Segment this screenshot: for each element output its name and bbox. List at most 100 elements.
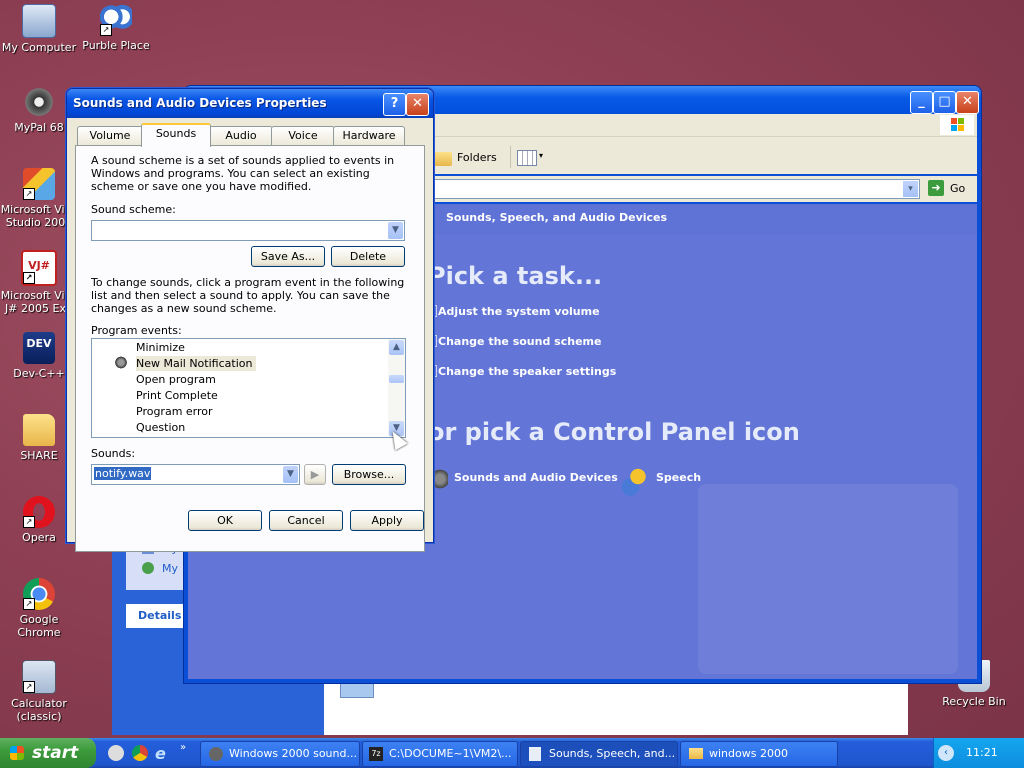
- scheme-description: A sound scheme is a set of sounds applie…: [91, 154, 395, 193]
- go-button[interactable]: Go: [950, 182, 965, 195]
- system-tray: ‹ 11:21: [933, 738, 1024, 768]
- chevron-down-icon[interactable]: ▾: [903, 181, 918, 197]
- task-link-speaker-settings[interactable]: Change the speaker settings: [438, 365, 616, 378]
- tab-audio[interactable]: Audio: [209, 126, 273, 145]
- task-link[interactable]: My: [162, 562, 178, 575]
- chevron-down-icon[interactable]: ▼: [388, 222, 403, 239]
- tab-volume[interactable]: Volume: [77, 126, 143, 145]
- chevron-right-icon[interactable]: »: [180, 742, 186, 753]
- tab-hardware[interactable]: Hardware: [333, 126, 405, 145]
- cancel-button[interactable]: Cancel: [269, 510, 343, 531]
- desktop-icon-label: Calculator (classic): [11, 697, 67, 723]
- desktop-icon-label: Purble Place: [82, 39, 150, 52]
- taskbar-item-label: Windows 2000 sound...: [229, 747, 357, 760]
- computer-icon: [22, 4, 56, 38]
- quicklaunch-icon[interactable]: [108, 745, 124, 761]
- windows-logo-icon: [10, 746, 24, 760]
- list-item[interactable]: Question: [136, 420, 185, 435]
- list-item[interactable]: Minimize: [136, 340, 185, 355]
- vj-sharp-icon: VJ# ↗: [21, 250, 57, 286]
- folder-icon: [689, 748, 703, 759]
- start-label: start: [32, 743, 79, 763]
- taskbar-item[interactable]: windows 2000: [680, 741, 838, 767]
- purble-eyes-icon: ↗: [100, 4, 132, 36]
- taskbar-item-label: Sounds, Speech, and...: [549, 747, 676, 760]
- close-button[interactable]: ✕: [956, 91, 979, 114]
- desktop-icon-purble-place[interactable]: ↗ Purble Place: [76, 4, 156, 52]
- list-item[interactable]: Open program: [136, 372, 216, 387]
- app-icon: [209, 747, 223, 761]
- minimize-button[interactable]: _: [910, 91, 933, 114]
- tab-voice[interactable]: Voice: [271, 126, 335, 145]
- apply-button[interactable]: Apply: [350, 510, 424, 531]
- desktop-icon-google-chrome[interactable]: ↗ Google Chrome: [0, 578, 79, 639]
- folder-icon: [23, 414, 55, 446]
- icon-link-speech[interactable]: Speech: [656, 471, 701, 484]
- speech-icon: [620, 466, 650, 496]
- save-as-button[interactable]: Save As...: [251, 246, 325, 267]
- start-button[interactable]: start: [0, 738, 96, 768]
- maximize-button[interactable]: □: [933, 91, 956, 114]
- icon-link-sounds-audio[interactable]: Sounds and Audio Devices: [454, 471, 618, 484]
- taskbar-item-active[interactable]: Sounds, Speech, and...: [520, 741, 678, 767]
- scroll-up-icon[interactable]: ▲: [389, 340, 404, 355]
- pick-icon-heading: or pick a Control Panel icon: [428, 418, 800, 446]
- desktop-icon-label: Google Chrome: [17, 613, 61, 639]
- watermark-illustration: [698, 484, 958, 674]
- taskbar-item-label: C:\DOCUME~1\VM2\...: [389, 747, 512, 760]
- desktop-icon-label: Recycle Bin: [942, 695, 1006, 708]
- help-button[interactable]: ?: [383, 93, 406, 116]
- sounds-dropdown[interactable]: notify.wav ▼: [91, 464, 300, 485]
- sound-scheme-label: Sound scheme:: [91, 203, 176, 216]
- folder-icon: [434, 152, 452, 166]
- taskbar-item[interactable]: Windows 2000 sound...: [200, 741, 360, 767]
- dev-cpp-icon: DEV: [23, 332, 55, 364]
- 7zip-icon: 7z: [369, 747, 383, 761]
- network-icon: [142, 562, 154, 574]
- list-item[interactable]: Print Complete: [136, 388, 218, 403]
- program-events-list[interactable]: Minimize New Mail Notification Open prog…: [91, 338, 406, 438]
- desktop-icon-label: My Computer: [1, 41, 77, 54]
- close-button[interactable]: ✕: [406, 93, 429, 116]
- dialog-title-bar: Sounds and Audio Devices Properties ? ✕: [67, 89, 433, 118]
- delete-button[interactable]: Delete: [331, 246, 405, 267]
- taskbar-item[interactable]: 7z C:\DOCUME~1\VM2\...: [362, 741, 518, 767]
- sounds-value: notify.wav: [94, 467, 152, 480]
- tab-sounds[interactable]: Sounds: [141, 123, 211, 147]
- sound-scheme-dropdown[interactable]: ▼: [91, 220, 405, 241]
- play-button[interactable]: ▶: [304, 464, 326, 485]
- visual-studio-icon: ↗: [23, 168, 55, 200]
- desktop-icon-calculator[interactable]: ↗ Calculator (classic): [0, 660, 79, 723]
- taskbar-item-label: windows 2000: [709, 747, 788, 760]
- chevron-left-icon[interactable]: ‹: [938, 745, 954, 761]
- chrome-icon: ↗: [23, 578, 55, 610]
- ie-icon[interactable]: e: [155, 744, 166, 763]
- list-item[interactable]: Program error: [136, 404, 213, 419]
- list-scrollbar[interactable]: ▲ ▼: [388, 339, 405, 437]
- clock: 11:21: [966, 746, 998, 759]
- go-arrow-icon[interactable]: ➜: [928, 180, 944, 196]
- browse-button[interactable]: Browse...: [332, 464, 406, 485]
- windows-logo-icon: [940, 115, 974, 135]
- ok-button[interactable]: OK: [188, 510, 262, 531]
- desktop-icon-my-computer[interactable]: My Computer: [0, 4, 79, 54]
- taskbar: start e » Windows 2000 sound... 7z C:\DO…: [0, 738, 1024, 768]
- dialog-title: Sounds and Audio Devices Properties: [73, 96, 327, 110]
- raccoon-icon: [23, 86, 55, 118]
- pick-task-heading: Pick a task...: [428, 262, 603, 290]
- category-header: Sounds, Speech, and Audio Devices: [446, 211, 668, 224]
- task-link-adjust-volume[interactable]: Adjust the system volume: [438, 305, 600, 318]
- chevron-down-icon[interactable]: ▼: [283, 466, 298, 483]
- calculator-icon: ↗: [22, 660, 56, 694]
- file-list-area: [324, 680, 908, 735]
- sounds-label: Sounds:: [91, 447, 136, 460]
- scroll-thumb[interactable]: [389, 375, 404, 383]
- folders-button[interactable]: Folders: [457, 151, 497, 164]
- events-description: To change sounds, click a program event …: [91, 276, 405, 315]
- task-link-change-scheme[interactable]: Change the sound scheme: [438, 335, 601, 348]
- opera-icon: ↗: [23, 496, 55, 528]
- chrome-icon[interactable]: [132, 745, 148, 761]
- chevron-down-icon: ▾: [539, 151, 544, 160]
- list-item-selected[interactable]: New Mail Notification: [136, 356, 257, 371]
- views-button[interactable]: ▾: [510, 146, 547, 168]
